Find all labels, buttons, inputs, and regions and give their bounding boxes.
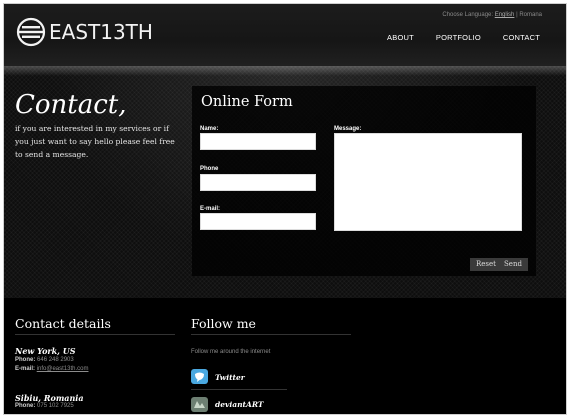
name-input[interactable]: [200, 133, 316, 150]
location-phone: Phone: 646 248 2903: [15, 357, 74, 363]
language-option-romana[interactable]: Romana: [519, 12, 542, 18]
email-label: E-mail:: [200, 206, 221, 212]
phone-input[interactable]: [200, 174, 316, 191]
online-form-panel: Online Form Name: Phone E-mail: Message:…: [192, 86, 536, 276]
language-prompt: Choose Language:: [442, 12, 494, 18]
location-name: New York, US: [15, 346, 76, 356]
contact-details-title: Contact details: [15, 316, 111, 331]
social-divider: [191, 389, 287, 390]
name-label: Name:: [200, 126, 219, 132]
email-label: E-mail:: [15, 366, 36, 372]
message-textarea[interactable]: [334, 133, 522, 231]
language-option-english[interactable]: English: [495, 12, 515, 18]
phone-value: 646 248 2903: [37, 357, 74, 363]
location-phone: Phone: 075 102 7925: [15, 403, 74, 409]
nav-contact[interactable]: CONTACT: [503, 33, 540, 42]
twitter-link[interactable]: Twitter: [215, 373, 245, 382]
phone-label: Phone: [200, 166, 219, 172]
twitter-icon[interactable]: [191, 369, 208, 384]
form-title: Online Form: [201, 94, 293, 110]
logo-text: EAST13TH: [49, 20, 153, 44]
message-label: Message:: [334, 126, 362, 132]
site-header: EAST13TH Choose Language: English | Roma…: [4, 4, 566, 66]
lower-section: Contact details New York, US Phone: 646 …: [4, 298, 566, 414]
location-email: E-mail: info@east13th.com: [15, 366, 88, 372]
contact-hero: Contact, if you are interested in my ser…: [4, 66, 566, 298]
phone-value: 075 102 7925: [37, 403, 74, 409]
location-name: Sibiu, Romania: [15, 393, 84, 403]
contact-intro-text: if you are interested in my services or …: [15, 124, 175, 159]
follow-me-divider: [191, 334, 351, 335]
nav-about[interactable]: ABOUT: [387, 33, 414, 42]
email-link[interactable]: info@east13th.com: [37, 366, 89, 372]
main-nav: ABOUT PORTFOLIO CONTACT: [387, 33, 540, 42]
nav-portfolio[interactable]: PORTFOLIO: [436, 33, 481, 42]
language-separator: |: [516, 12, 518, 18]
page-title: Contact,: [15, 90, 127, 120]
send-button[interactable]: Send: [498, 258, 528, 271]
follow-me-subtitle: Follow me around the internet: [191, 349, 271, 355]
site-logo[interactable]: EAST13TH: [16, 17, 153, 47]
email-input[interactable]: [200, 213, 316, 230]
phone-label: Phone:: [15, 403, 36, 409]
phone-label: Phone:: [15, 357, 36, 363]
hero-glow: [4, 66, 566, 76]
contact-details-divider: [15, 334, 175, 335]
east13th-logo-icon: [16, 17, 46, 47]
deviantart-icon[interactable]: [191, 397, 208, 412]
deviantart-link[interactable]: deviantART: [215, 400, 264, 409]
language-chooser: Choose Language: English | Romana: [442, 12, 542, 18]
follow-me-title: Follow me: [191, 316, 256, 331]
